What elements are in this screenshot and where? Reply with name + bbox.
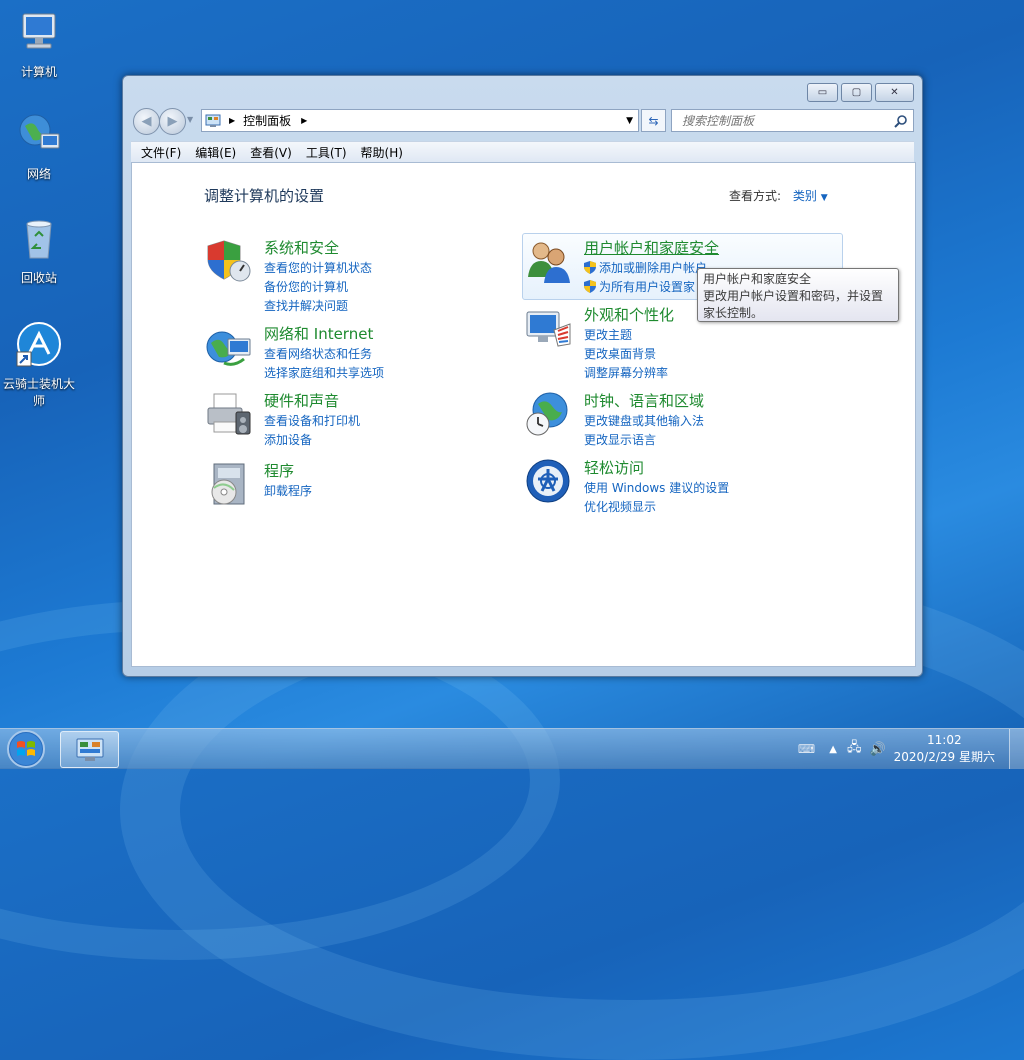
back-button[interactable]: ◀ — [133, 108, 160, 135]
category-title[interactable]: 硬件和声音 — [264, 390, 339, 411]
menu-view[interactable]: 查看(V) — [250, 144, 292, 161]
menu-tools[interactable]: 工具(T) — [306, 144, 347, 161]
control-panel-window: ▭ ▢ ✕ ◀ ▶ ▼ ▶ 控制面板 ▶ ▼ ⇆ 搜索控制面板 文件(F) 编辑… — [122, 75, 923, 677]
link-troubleshoot[interactable]: 查找并解决问题 — [264, 297, 372, 316]
link-network-status[interactable]: 查看网络状态和任务 — [264, 345, 384, 364]
link-view-computer-status[interactable]: 查看您的计算机状态 — [264, 259, 372, 278]
category-title[interactable]: 时钟、语言和区域 — [584, 390, 704, 411]
taskbar: ⌨ ▲ 🖧 🔊 11:02 2020/2/29 星期六 — [0, 728, 1024, 769]
globe-clock-icon — [526, 392, 568, 436]
link-optimize-display[interactable]: 优化视频显示 — [584, 498, 729, 517]
desktop-icon-label: 计算机 — [20, 65, 57, 79]
uac-shield-icon — [584, 280, 596, 293]
link-parental-controls[interactable]: 为所有用户设置家 — [584, 278, 707, 297]
menu-edit[interactable]: 编辑(E) — [195, 144, 236, 161]
users-icon — [528, 242, 570, 283]
show-desktop-button[interactable] — [1009, 729, 1024, 769]
category-title[interactable]: 网络和 Internet — [264, 323, 373, 344]
desktop-icon-label: 网络 — [26, 167, 51, 181]
refresh-button[interactable]: ⇆ — [641, 109, 666, 132]
content-pane: 调整计算机的设置 查看方式: 类别 ▼ 系统和安全 查看您的计算机状态 备份您的… — [131, 162, 916, 667]
link-change-theme[interactable]: 更改主题 — [584, 326, 668, 345]
uac-shield-icon — [584, 261, 596, 274]
view-by-dropdown[interactable]: 类别 ▼ — [793, 189, 828, 203]
clock-date: 2020/2/29 星期六 — [893, 750, 995, 764]
view-by: 查看方式: 类别 ▼ — [729, 187, 828, 204]
desktop-icon-label: 云骑士装机大师 — [2, 377, 75, 408]
forward-arrow-icon: ▶ — [167, 114, 178, 129]
search-box[interactable] — [671, 109, 914, 132]
desktop-icon-computer[interactable]: 计算机 — [1, 8, 77, 80]
show-hidden-icons-icon[interactable]: ▲ — [829, 744, 837, 755]
control-panel-icon — [205, 114, 221, 127]
desktop-icon-network[interactable]: 网络 — [1, 110, 77, 182]
network-tray-icon[interactable]: 🖧 — [847, 738, 862, 760]
computer-icon — [22, 13, 56, 49]
desktop-icon-label: 回收站 — [20, 271, 57, 285]
link-devices-printers[interactable]: 查看设备和打印机 — [264, 412, 360, 431]
maximize-button[interactable]: ▢ — [841, 83, 872, 102]
link-uninstall-program[interactable]: 卸载程序 — [264, 482, 312, 501]
recycle-bin-icon — [26, 220, 52, 259]
network-icon — [19, 114, 60, 149]
desktop-icon-yunqishi[interactable]: 云骑士装机大师 — [1, 320, 77, 409]
shield-icon — [207, 240, 251, 282]
search-input[interactable] — [680, 112, 894, 129]
link-backup-computer[interactable]: 备份您的计算机 — [264, 278, 372, 297]
navigation-bar: ◀ ▶ ▼ ▶ 控制面板 ▶ ▼ ⇆ — [131, 106, 914, 136]
start-button[interactable] — [4, 728, 48, 770]
clock-time: 11:02 — [927, 733, 962, 747]
breadcrumb-control-panel[interactable]: 控制面板 — [243, 112, 291, 129]
recent-pages-dropdown[interactable]: ▼ — [187, 115, 193, 124]
monitor-palette-icon — [526, 311, 571, 347]
link-add-device[interactable]: 添加设备 — [264, 431, 360, 450]
volume-icon[interactable]: 🔊 — [869, 742, 885, 757]
tooltip-body: 更改用户帐户设置和密码，并设置家长控制。 — [703, 289, 884, 320]
forward-button[interactable]: ▶ — [159, 108, 186, 135]
keyboard-icon[interactable]: ⌨ — [798, 742, 815, 756]
printer-icon — [207, 393, 251, 435]
menu-bar: 文件(F) 编辑(E) 查看(V) 工具(T) 帮助(H) — [131, 141, 914, 162]
page-title: 调整计算机的设置 — [204, 187, 325, 205]
link-windows-recommended-settings[interactable]: 使用 Windows 建议的设置 — [584, 479, 729, 498]
network-globe-icon — [206, 331, 251, 366]
address-dropdown-icon[interactable]: ▼ — [626, 116, 633, 126]
search-icon — [894, 114, 907, 128]
chevron-down-icon: ▼ — [820, 193, 828, 203]
menu-help[interactable]: 帮助(H) — [361, 144, 403, 161]
view-by-label: 查看方式: — [729, 189, 782, 203]
tooltip-user-accounts: 用户帐户和家庭安全 更改用户帐户设置和密码，并设置家长控制。 — [697, 268, 899, 322]
control-panel-icon — [76, 738, 103, 761]
link-homegroup[interactable]: 选择家庭组和共享选项 — [264, 364, 384, 383]
desktop-icon-recycle-bin[interactable]: 回收站 — [1, 214, 77, 286]
caption-buttons: ▭ ▢ ✕ — [804, 83, 914, 102]
link-adjust-resolution[interactable]: 调整屏幕分辨率 — [584, 364, 668, 383]
tooltip-title: 用户帐户和家庭安全 — [703, 272, 812, 286]
address-bar[interactable]: ▶ 控制面板 ▶ ▼ — [201, 109, 639, 132]
taskbar-control-panel[interactable] — [60, 731, 119, 768]
category-title[interactable]: 程序 — [264, 460, 294, 481]
clock[interactable]: 11:02 2020/2/29 星期六 — [894, 732, 995, 766]
link-change-display-language[interactable]: 更改显示语言 — [584, 431, 704, 450]
category-title[interactable]: 系统和安全 — [264, 237, 339, 258]
refresh-icon: ⇆ — [648, 113, 659, 128]
category-title[interactable]: 用户帐户和家庭安全 — [584, 237, 719, 258]
back-arrow-icon: ◀ — [141, 114, 152, 129]
ease-of-access-icon — [526, 459, 570, 503]
programs-icon — [211, 463, 245, 505]
link-change-keyboard[interactable]: 更改键盘或其他输入法 — [584, 412, 704, 431]
link-add-remove-accounts[interactable]: 添加或删除用户帐户 — [584, 259, 707, 278]
close-button[interactable]: ✕ — [875, 83, 914, 102]
breadcrumb-separator-icon: ▶ — [229, 116, 236, 125]
system-tray: ⌨ ▲ 🖧 🔊 11:02 2020/2/29 星期六 — [798, 729, 1024, 769]
minimize-button[interactable]: ▭ — [807, 83, 838, 102]
link-change-background[interactable]: 更改桌面背景 — [584, 345, 668, 364]
menu-file[interactable]: 文件(F) — [141, 144, 181, 161]
yunqishi-icon — [16, 322, 61, 367]
category-title[interactable]: 轻松访问 — [584, 457, 644, 478]
breadcrumb-separator-icon[interactable]: ▶ — [301, 116, 307, 125]
category-title[interactable]: 外观和个性化 — [584, 304, 674, 325]
